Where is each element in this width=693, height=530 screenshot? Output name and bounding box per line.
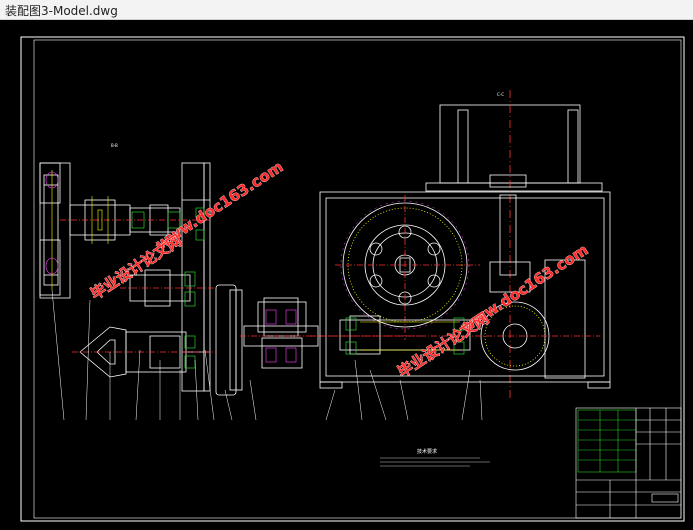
drawing-canvas[interactable]: B-B C-C 技术要求 www.doc163.com 毕业设计论文网 www.…	[0, 20, 693, 530]
view-label-right: C-C	[497, 92, 504, 97]
title-block	[575, 407, 682, 519]
part-numbers	[58, 420, 238, 426]
window-title: 装配图3-Model.dwg	[5, 4, 118, 18]
technical-notes: 技术要求	[380, 448, 490, 467]
notes-title: 技术要求	[417, 448, 437, 455]
right-gearbox	[310, 90, 611, 400]
cad-drawing: B-B C-C 技术要求 www.doc163.com 毕业设计论文网 www.…	[20, 36, 685, 522]
watermark-cn-left: 毕业设计论文网	[87, 231, 185, 303]
left-assembly	[39, 162, 243, 396]
title-bar: 装配图3-Model.dwg	[0, 0, 693, 20]
middle-coupling	[240, 297, 420, 369]
view-label-left: B-B	[111, 143, 118, 148]
